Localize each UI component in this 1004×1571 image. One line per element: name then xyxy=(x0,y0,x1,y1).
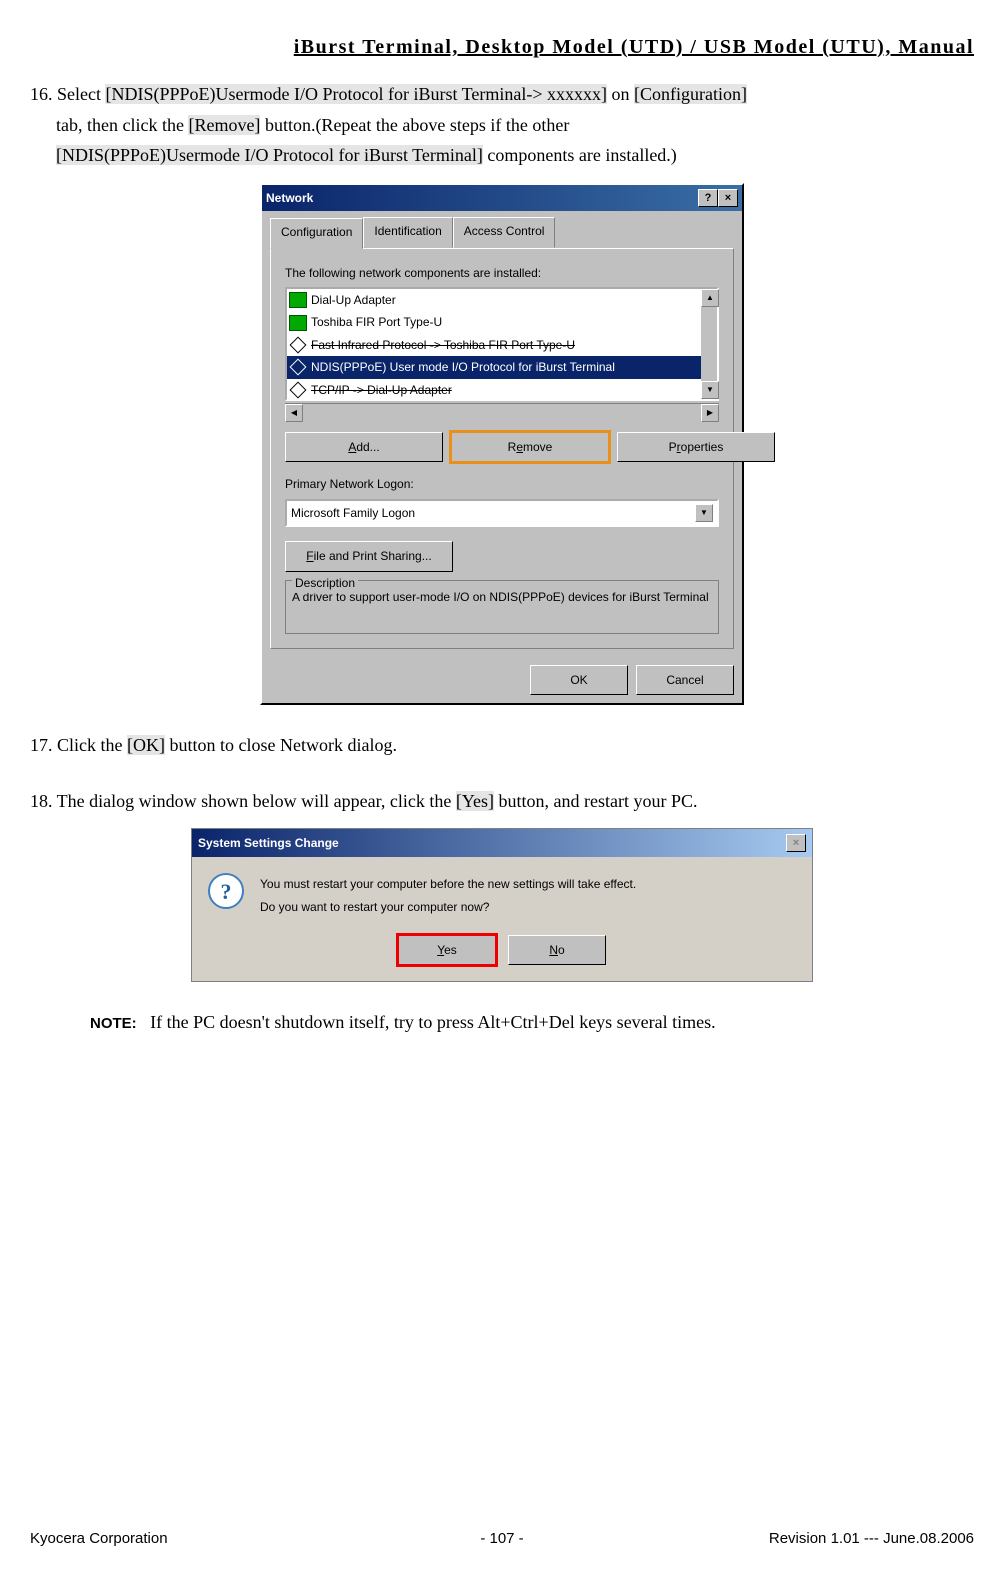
primary-logon-label: Primary Network Logon: xyxy=(285,477,414,491)
step16-prefix: 16. Select xyxy=(30,84,105,104)
network-dialog-container: Network ? × Configuration Identification… xyxy=(30,183,974,705)
close-icon[interactable]: × xyxy=(718,189,738,207)
network-title: Network xyxy=(266,188,313,208)
step-18: 18. The dialog window shown below will a… xyxy=(30,786,974,817)
ok-button[interactable]: OK xyxy=(530,665,628,695)
tab-panel: The following network components are ins… xyxy=(270,248,734,649)
step18-hl: [Yes] xyxy=(456,791,494,811)
cancel-button[interactable]: Cancel xyxy=(636,665,734,695)
page-footer: Kyocera Corporation - 107 - Revision 1.0… xyxy=(30,1526,974,1552)
description-legend: Description xyxy=(292,573,358,593)
step16-hl4: [NDIS(PPPoE)Usermode I/O Protocol for iB… xyxy=(56,145,483,165)
scroll-right-icon[interactable]: ▶ xyxy=(701,404,719,422)
step16-hl1: [NDIS(PPPoE)Usermode I/O Protocol for iB… xyxy=(105,84,607,104)
step16-line3b: components are installed.) xyxy=(483,145,677,165)
network-dialog: Network ? × Configuration Identification… xyxy=(260,183,744,705)
tab-configuration[interactable]: Configuration xyxy=(270,218,363,248)
properties-button[interactable]: Properties xyxy=(617,432,775,462)
protocol-icon xyxy=(290,359,307,376)
components-listbox[interactable]: Dial-Up Adapter Toshiba FIR Port Type-U … xyxy=(285,287,719,401)
page-header: iBurst Terminal, Desktop Model (UTD) / U… xyxy=(30,30,974,64)
list-item: Dial-Up Adapter xyxy=(287,289,701,311)
tab-access-control[interactable]: Access Control xyxy=(453,217,556,247)
step-16: 16. Select [NDIS(PPPoE)Usermode I/O Prot… xyxy=(30,79,974,171)
ssc-dialog-container: System Settings Change × ? You must rest… xyxy=(30,828,974,982)
adapter-icon xyxy=(289,315,307,331)
remove-button[interactable]: Remove xyxy=(451,432,609,462)
scroll-down-icon[interactable]: ▼ xyxy=(701,381,719,399)
scroll-left-icon[interactable]: ◀ xyxy=(285,404,303,422)
no-button[interactable]: No xyxy=(508,935,606,965)
step17-hl: [OK] xyxy=(127,735,165,755)
step16-line2b: button.(Repeat the above steps if the ot… xyxy=(260,115,569,135)
ssc-title-text: System Settings Change xyxy=(198,833,339,853)
ssc-dialog: System Settings Change × ? You must rest… xyxy=(191,828,813,982)
step16-line2a: tab, then click the xyxy=(56,115,188,135)
primary-logon-value: Microsoft Family Logon xyxy=(291,503,415,523)
list-item: Fast Infrared Protocol -> Toshiba FIR Po… xyxy=(287,334,701,356)
yes-button[interactable]: Yes xyxy=(398,935,496,965)
scroll-up-icon[interactable]: ▲ xyxy=(701,289,719,307)
close-icon[interactable]: × xyxy=(786,834,806,852)
primary-logon-dropdown[interactable]: Microsoft Family Logon ▼ xyxy=(285,499,719,527)
adapter-icon xyxy=(289,292,307,308)
list-item: TCP/IP -> Dial-Up Adapter xyxy=(287,379,701,399)
scrollbar-horizontal[interactable]: ◀ ▶ xyxy=(285,403,719,420)
file-print-sharing-button[interactable]: File and Print Sharing... xyxy=(285,541,453,571)
step16-hl3: [Remove] xyxy=(188,115,260,135)
components-label: The following network components are ins… xyxy=(285,266,541,280)
note-text: If the PC doesn't shutdown itself, try t… xyxy=(150,1012,715,1032)
protocol-icon xyxy=(290,336,307,353)
tab-strip: Configuration Identification Access Cont… xyxy=(262,211,742,247)
scrollbar-vertical[interactable]: ▲ ▼ xyxy=(701,289,717,399)
ssc-message: You must restart your computer before th… xyxy=(260,873,636,919)
description-box: Description A driver to support user-mod… xyxy=(285,580,719,634)
note-line: NOTE: If the PC doesn't shutdown itself,… xyxy=(90,1007,974,1038)
network-titlebar: Network ? × xyxy=(262,185,742,211)
question-icon: ? xyxy=(208,873,244,909)
tab-identification[interactable]: Identification xyxy=(363,217,452,247)
step16-mid1: on xyxy=(607,84,634,104)
footer-center: - 107 - xyxy=(30,1526,974,1552)
step16-hl2: [Configuration] xyxy=(634,84,747,104)
protocol-icon xyxy=(290,381,307,398)
note-label: NOTE: xyxy=(90,1015,137,1032)
list-item-selected: NDIS(PPPoE) User mode I/O Protocol for i… xyxy=(287,356,701,378)
step-17: 17. Click the [OK] button to close Netwo… xyxy=(30,730,974,761)
add-button[interactable]: Add... xyxy=(285,432,443,462)
chevron-down-icon[interactable]: ▼ xyxy=(695,504,713,522)
list-item: Toshiba FIR Port Type-U xyxy=(287,311,701,333)
ssc-titlebar: System Settings Change × xyxy=(192,829,812,857)
dialog-footer: OK Cancel xyxy=(262,657,742,703)
help-icon[interactable]: ? xyxy=(698,189,718,207)
